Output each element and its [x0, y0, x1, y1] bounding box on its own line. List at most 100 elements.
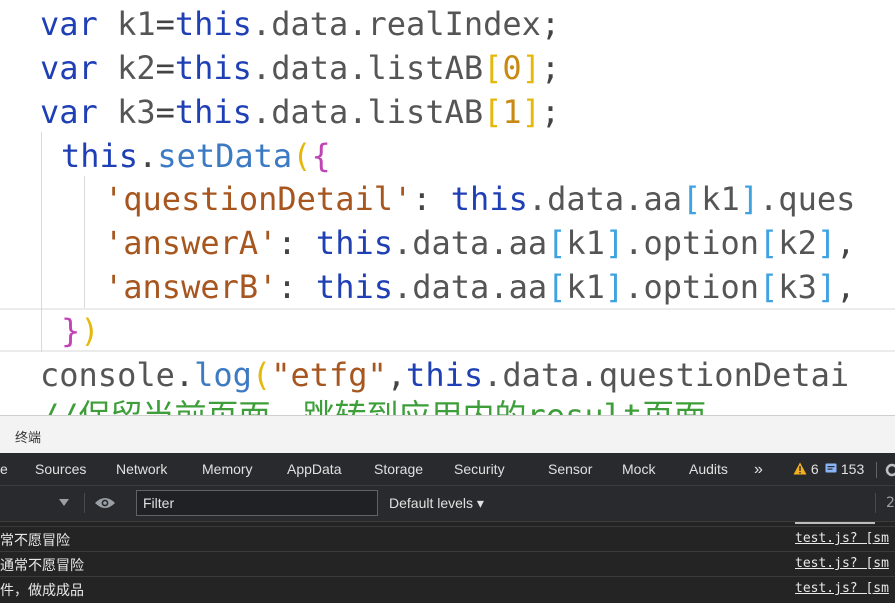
code-token: k1	[701, 180, 740, 218]
code-token: .data.aa	[392, 268, 548, 306]
console-toolbar: Filter Default levels ▾ 2	[0, 486, 895, 522]
console-message-text: 件，做成成品	[0, 583, 84, 599]
code-token: .ques	[759, 180, 856, 218]
code-token: :	[412, 180, 451, 218]
console-source-link[interactable]: test.js? [sm	[795, 556, 889, 571]
code-token: [	[759, 224, 779, 262]
code-token: .data.listAB	[251, 49, 484, 87]
current-line-highlight	[0, 308, 895, 352]
code-token: {	[311, 137, 331, 175]
code-token: ]	[604, 224, 625, 262]
console-message-text: 常不愿冒险	[0, 533, 70, 549]
code-token: this	[450, 180, 528, 218]
code-token: :	[277, 268, 316, 306]
tab-sources[interactable]: Sources	[35, 453, 86, 486]
drawer-title-bar: 终端	[0, 415, 895, 453]
issues-count[interactable]: 2	[886, 495, 895, 511]
code-token: setData	[157, 137, 293, 175]
code-token: [	[483, 49, 503, 87]
code-token: 'questionDetail'	[104, 180, 413, 218]
code-token: k3	[778, 268, 817, 306]
code-token: var	[40, 5, 98, 43]
code-line: this.setData({	[61, 134, 331, 178]
gear-icon[interactable]	[885, 463, 895, 477]
code-token: .	[138, 137, 158, 175]
code-token: [	[547, 268, 567, 306]
code-token: .option	[624, 268, 760, 306]
eye-icon[interactable]	[94, 496, 116, 510]
code-token: [	[547, 224, 567, 262]
source-link-fragment	[795, 522, 875, 524]
more-tabs-button[interactable]: »	[754, 453, 763, 486]
code-token: .	[174, 356, 195, 394]
code-token: k1	[97, 5, 156, 43]
code-token: this	[174, 49, 252, 87]
code-token: }	[61, 312, 81, 350]
indent-guide	[84, 176, 85, 308]
code-token: ;	[540, 49, 561, 87]
messages-count: 153	[840, 461, 865, 477]
code-token: ,	[836, 224, 856, 262]
code-token: var	[40, 49, 98, 87]
code-token: .option	[624, 224, 760, 262]
tab-memory[interactable]: Memory	[202, 453, 253, 486]
code-token: k2	[97, 49, 156, 87]
tab-audits[interactable]: Audits	[689, 453, 728, 486]
code-token: ]	[604, 268, 625, 306]
code-line: var k3=this.data.listAB[1];	[40, 90, 560, 134]
code-line: var k2=this.data.listAB[0];	[40, 46, 560, 90]
tab-divider	[876, 462, 877, 478]
code-token: [	[759, 268, 779, 306]
code-token: =	[155, 93, 175, 131]
code-token: .data.questionDetai	[483, 356, 850, 394]
filter-input[interactable]: Filter	[136, 490, 378, 516]
code-token: =	[155, 49, 175, 87]
code-token: =	[155, 5, 175, 43]
context-dropdown-icon[interactable]	[59, 499, 69, 506]
console-message: 通常不愿冒险 test.js? [sm	[0, 552, 895, 577]
code-token: ]	[816, 268, 837, 306]
code-token: k3	[97, 93, 156, 131]
console-source-link[interactable]: test.js? [sm	[795, 531, 889, 546]
devtools-tab-bar: e Sources Network Memory AppData Storage…	[0, 453, 895, 486]
code-token: this	[174, 5, 252, 43]
tab-console[interactable]: e	[0, 453, 8, 486]
log-levels-dropdown[interactable]: Default levels ▾	[389, 486, 484, 520]
code-token: 'answerA'	[104, 224, 278, 262]
warning-icon	[793, 462, 807, 475]
code-token: 'answerB'	[104, 268, 278, 306]
code-line: 'answerB': this.data.aa[k1].option[k3],	[104, 265, 855, 309]
code-line: console.log("etfg",this.data.questionDet…	[40, 353, 849, 397]
code-token: ,	[386, 356, 407, 394]
console-source-link[interactable]: test.js? [sm	[795, 581, 889, 596]
message-icon	[825, 463, 837, 473]
code-token: k1	[566, 224, 605, 262]
code-token: //保留当前页面，跳转到应用内的result页面	[40, 397, 706, 415]
console-message-text: 通常不愿冒险	[0, 558, 84, 574]
code-token: ;	[540, 5, 561, 43]
console-message: 常不愿冒险 test.js? [sm	[0, 527, 895, 552]
code-token: k1	[566, 268, 605, 306]
code-editor[interactable]: var k1=this.data.realIndex; var k2=this.…	[0, 0, 895, 415]
code-token: this	[406, 356, 484, 394]
tab-security[interactable]: Security	[454, 453, 505, 486]
tab-mock[interactable]: Mock	[622, 453, 655, 486]
code-token: ;	[540, 93, 561, 131]
code-token: this	[61, 137, 139, 175]
code-token: .data.aa	[392, 224, 548, 262]
code-token: "etfg"	[271, 356, 387, 394]
code-token: 0	[502, 49, 522, 87]
warnings-count: 6	[810, 461, 819, 477]
tab-storage[interactable]: Storage	[374, 453, 423, 486]
code-line: var k1=this.data.realIndex;	[40, 2, 560, 46]
code-token: ]	[739, 180, 760, 218]
devtools-drawer: 终端 e Sources Network Memory AppData Stor…	[0, 415, 895, 603]
tab-sensor[interactable]: Sensor	[548, 453, 592, 486]
code-token: console	[40, 356, 175, 394]
tab-appdata[interactable]: AppData	[287, 453, 341, 486]
warnings-counter[interactable]: 6	[793, 453, 819, 486]
code-token: ]	[521, 49, 541, 87]
tab-network[interactable]: Network	[116, 453, 167, 486]
code-token: (	[251, 356, 272, 394]
messages-counter[interactable]: 153	[825, 453, 864, 486]
